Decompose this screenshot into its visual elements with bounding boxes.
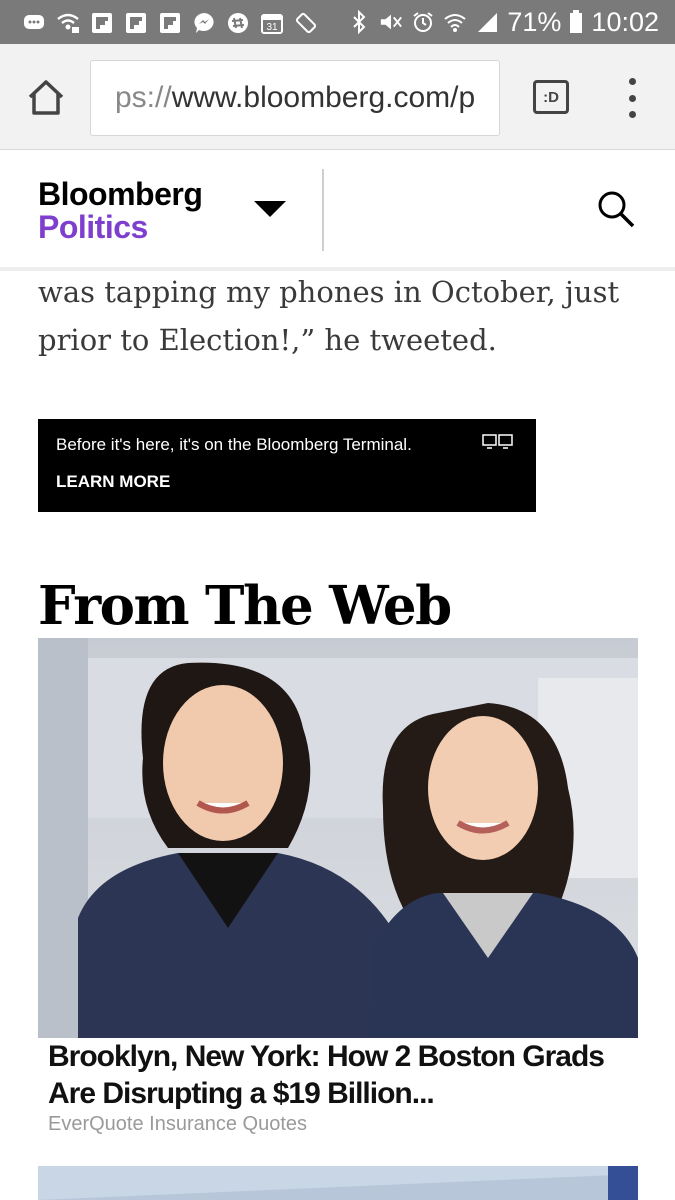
menu-dot-icon bbox=[628, 111, 636, 118]
wifi-calling-icon bbox=[56, 11, 80, 35]
flipboard-icon bbox=[124, 11, 148, 35]
terminal-icon bbox=[482, 434, 514, 456]
alarm-icon bbox=[411, 10, 435, 34]
home-icon bbox=[28, 80, 64, 115]
site-header: Bloomberg Politics bbox=[0, 151, 675, 271]
flipboard-icon bbox=[158, 11, 182, 35]
notification-icons: 31 bbox=[22, 10, 318, 36]
search-icon bbox=[598, 191, 635, 228]
chat-icon bbox=[22, 11, 46, 35]
next-sponsored-card-image[interactable] bbox=[38, 1166, 638, 1200]
overflow-menu-button[interactable] bbox=[620, 78, 644, 118]
terminal-ad-banner[interactable]: Before it's here, it's on the Bloomberg … bbox=[38, 419, 536, 512]
messenger-icon bbox=[192, 11, 216, 35]
sponsored-article-image bbox=[38, 638, 638, 1038]
brand-logo-bloomberg[interactable]: Bloomberg bbox=[38, 176, 203, 213]
header-divider bbox=[322, 169, 324, 251]
section-dropdown-button[interactable] bbox=[250, 197, 290, 221]
article-paragraph: was tapping my phones in October, just p… bbox=[38, 275, 620, 357]
slack-icon bbox=[226, 11, 250, 35]
url-text: ps://www.bloomberg.com/p bbox=[115, 81, 475, 115]
signal-icon bbox=[475, 10, 499, 34]
sponsored-article-source: EverQuote Insurance Quotes bbox=[48, 1113, 308, 1135]
clock: 10:02 bbox=[591, 6, 659, 37]
menu-dot-icon bbox=[628, 78, 636, 85]
browser-toolbar: ps://www.bloomberg.com/p :D bbox=[0, 44, 675, 150]
brand-logo-politics[interactable]: Politics bbox=[38, 209, 148, 246]
mute-icon bbox=[379, 10, 403, 34]
wifi-icon bbox=[443, 10, 467, 34]
calendar-day-text: 31 bbox=[266, 22, 278, 33]
tabs-button[interactable]: :D bbox=[533, 80, 569, 114]
flipboard-icon bbox=[90, 11, 114, 35]
calendar-icon: 31 bbox=[260, 11, 284, 35]
caret-down-icon bbox=[254, 201, 286, 217]
url-bar[interactable]: ps://www.bloomberg.com/p bbox=[90, 60, 500, 136]
status-bar: 31 71% 10:02 bbox=[0, 0, 675, 44]
sponsored-article-card[interactable]: Brooklyn, New York: How 2 Boston Grads A… bbox=[38, 638, 638, 1140]
url-scheme: ps:// bbox=[115, 81, 172, 114]
rotate-icon bbox=[294, 11, 318, 35]
system-status: 71% 10:02 bbox=[347, 0, 659, 44]
home-button[interactable] bbox=[24, 75, 68, 119]
menu-dot-icon bbox=[628, 94, 636, 102]
sponsored-article-title[interactable]: Brooklyn, New York: How 2 Boston Grads A… bbox=[48, 1038, 633, 1112]
search-button[interactable] bbox=[596, 189, 636, 229]
from-the-web-heading: From The Web bbox=[38, 575, 452, 637]
learn-more-link[interactable]: LEARN MORE bbox=[56, 472, 170, 492]
terminal-ad-text: Before it's here, it's on the Bloomberg … bbox=[56, 435, 412, 454]
url-host: www.bloomberg.com/p bbox=[171, 81, 476, 114]
battery-percent: 71% bbox=[507, 6, 562, 37]
bluetooth-icon bbox=[347, 10, 371, 34]
battery-icon bbox=[569, 10, 583, 34]
